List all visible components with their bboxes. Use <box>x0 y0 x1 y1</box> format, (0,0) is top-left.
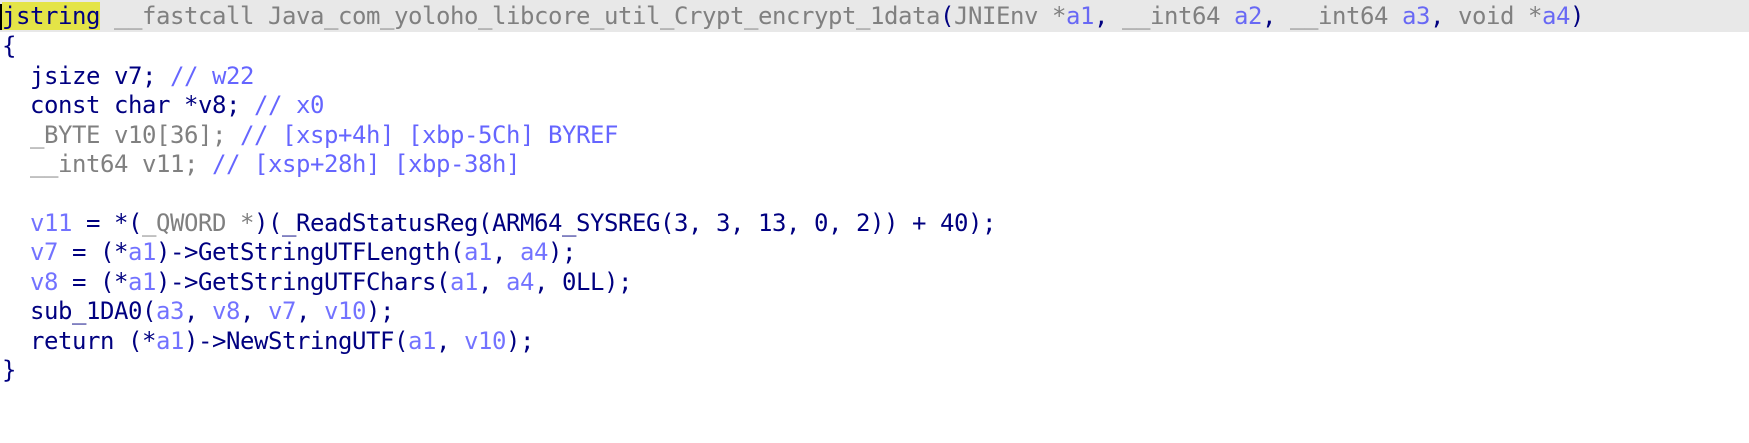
code-token[interactable]: , <box>1430 2 1458 30</box>
code-token[interactable]: const char * <box>2 91 198 119</box>
code-token[interactable]: a1 <box>464 238 492 266</box>
code-token[interactable]: v8 <box>212 297 240 325</box>
code-token[interactable]: __int64 v11; <box>2 150 212 178</box>
code-line-close-brace[interactable]: } <box>2 354 16 386</box>
code-token[interactable]: , <box>1094 2 1122 30</box>
code-token[interactable]: v10 <box>324 297 366 325</box>
code-token[interactable] <box>2 209 30 237</box>
code-token[interactable]: , <box>1262 2 1290 30</box>
code-token[interactable]: , <box>478 268 506 296</box>
code-token[interactable]: return (* <box>2 327 156 355</box>
code-token[interactable]: } <box>2 356 16 384</box>
code-token[interactable]: a3 <box>1402 2 1430 30</box>
pseudocode-view[interactable]: jstring __fastcall Java_com_yoloho_libco… <box>0 0 1749 443</box>
code-token[interactable]: , <box>436 327 464 355</box>
code-token[interactable]: v8 <box>30 268 58 296</box>
code-token[interactable]: v11 <box>30 209 72 237</box>
code-line-stmt-v11[interactable]: v11 = *(_QWORD *)(_ReadStatusReg(ARM64_S… <box>2 207 996 239</box>
code-token[interactable]: // [xsp+28h] [xbp-38h] <box>212 150 520 178</box>
code-token[interactable]: )->GetStringUTFLength( <box>156 238 464 266</box>
code-token[interactable]: a1 <box>408 327 436 355</box>
code-token[interactable]: ( <box>940 2 954 30</box>
code-line-signature[interactable]: jstring __fastcall Java_com_yoloho_libco… <box>0 0 1749 32</box>
code-token[interactable]: v10 <box>464 327 506 355</box>
code-token[interactable]: a1 <box>128 238 156 266</box>
code-token[interactable]: )->GetStringUTFChars( <box>156 268 450 296</box>
code-token[interactable]: a1 <box>128 268 156 296</box>
code-token[interactable]: , <box>184 297 212 325</box>
code-line-decl-v11[interactable]: __int64 v11; // [xsp+28h] [xbp-38h] <box>2 148 520 180</box>
code-token[interactable]: ); <box>548 238 576 266</box>
code-token[interactable]: jsize <box>2 62 114 90</box>
code-token[interactable]: // w22 <box>170 62 254 90</box>
code-token[interactable]: ); <box>506 327 534 355</box>
code-token[interactable]: v7 <box>114 62 142 90</box>
code-token[interactable]: ; <box>142 62 170 90</box>
code-token[interactable]: , <box>296 297 324 325</box>
code-token[interactable]: v7 <box>30 238 58 266</box>
code-line-open-brace[interactable]: { <box>2 30 16 62</box>
code-token[interactable]: v7 <box>268 297 296 325</box>
code-line-decl-v10[interactable]: _BYTE v10[36]; // [xsp+4h] [xbp-5Ch] BYR… <box>2 119 618 151</box>
code-line-stmt-v7[interactable]: v7 = (*a1)->GetStringUTFLength(a1, a4); <box>2 236 576 268</box>
code-token[interactable]: _BYTE v10[36]; <box>2 121 240 149</box>
code-token[interactable]: a4 <box>506 268 534 296</box>
code-token[interactable]: __fastcall Java_com_yoloho_libcore_util_… <box>100 2 940 30</box>
code-token[interactable]: (ARM64_SYSREG(3, 3, 13, 0, 2)) + 40); <box>478 209 996 237</box>
code-token[interactable]: // [xsp+4h] [xbp-5Ch] BYREF <box>240 121 618 149</box>
code-token[interactable]: sub_1DA0( <box>2 297 156 325</box>
code-token[interactable]: )( <box>254 209 282 237</box>
code-token[interactable]: // x0 <box>254 91 324 119</box>
code-token[interactable]: a3 <box>156 297 184 325</box>
code-token[interactable]: a2 <box>1234 2 1262 30</box>
code-token[interactable]: ); <box>366 297 394 325</box>
code-token[interactable]: _ReadStatusReg <box>282 209 478 237</box>
code-token[interactable]: )->NewStringUTF( <box>184 327 408 355</box>
code-token[interactable]: _QWORD * <box>142 209 254 237</box>
code-token[interactable]: __int64 <box>1122 2 1234 30</box>
code-token[interactable]: a1 <box>450 268 478 296</box>
code-token[interactable]: a1 <box>1066 2 1094 30</box>
code-token[interactable]: = (* <box>58 238 128 266</box>
code-token[interactable]: , 0LL); <box>534 268 632 296</box>
code-line-stmt-return[interactable]: return (*a1)->NewStringUTF(a1, v10); <box>2 325 534 357</box>
code-token[interactable]: ; <box>226 91 254 119</box>
code-token[interactable]: = *( <box>72 209 142 237</box>
code-token[interactable]: a4 <box>1542 2 1570 30</box>
code-token[interactable]: , <box>240 297 268 325</box>
code-line-decl-v8[interactable]: const char *v8; // x0 <box>2 89 324 121</box>
code-token[interactable]: v8 <box>198 91 226 119</box>
code-line-stmt-sub[interactable]: sub_1DA0(a3, v8, v7, v10); <box>2 295 394 327</box>
code-token[interactable]: jstring <box>2 2 100 30</box>
code-token[interactable]: __int64 <box>1290 2 1402 30</box>
code-token[interactable]: = (* <box>58 268 128 296</box>
code-token[interactable]: { <box>2 32 16 60</box>
code-token[interactable]: JNIEnv * <box>954 2 1066 30</box>
code-token[interactable]: ) <box>1570 2 1584 30</box>
code-line-decl-v7[interactable]: jsize v7; // w22 <box>2 60 254 92</box>
code-token[interactable] <box>2 268 30 296</box>
code-token[interactable]: , <box>492 238 520 266</box>
code-line-stmt-v8[interactable]: v8 = (*a1)->GetStringUTFChars(a1, a4, 0L… <box>2 266 632 298</box>
code-token[interactable]: void * <box>1458 2 1542 30</box>
code-token[interactable]: a1 <box>156 327 184 355</box>
code-token[interactable] <box>2 238 30 266</box>
code-token[interactable]: a4 <box>520 238 548 266</box>
